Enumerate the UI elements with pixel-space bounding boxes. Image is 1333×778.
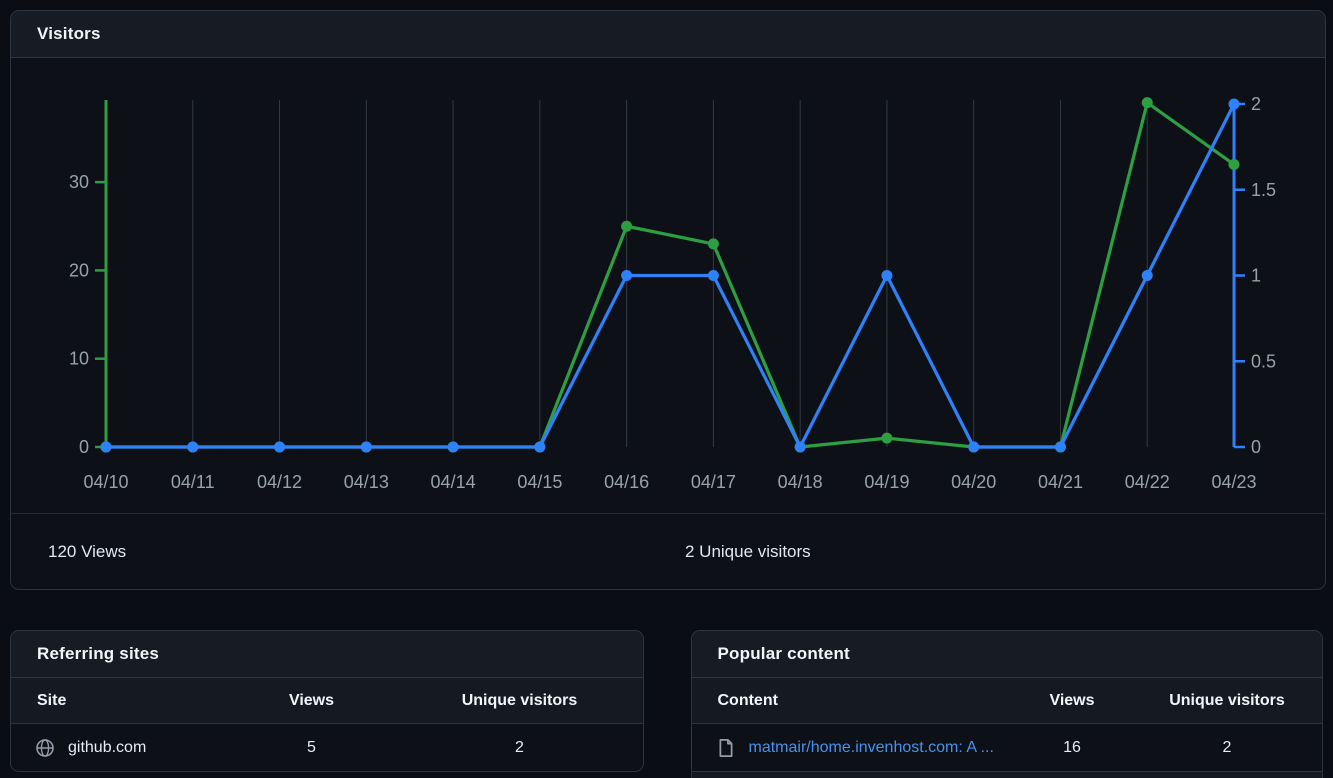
views-data-point[interactable] <box>1229 159 1240 170</box>
x-axis-label: 04/16 <box>604 472 649 492</box>
left-axis-label: 30 <box>69 172 89 192</box>
views-data-point[interactable] <box>1142 97 1153 108</box>
left-axis-label: 10 <box>69 349 89 369</box>
x-axis-label: 04/20 <box>951 472 996 492</box>
unique-visitors-data-point[interactable] <box>448 442 459 453</box>
next-row-partial <box>692 771 1323 778</box>
unique-visitors-data-point[interactable] <box>274 442 285 453</box>
referring-sites-table-header: Site Views Unique visitors <box>11 678 643 724</box>
popular-content-card-header: Popular content <box>692 631 1323 678</box>
left-axis-label: 20 <box>69 260 89 280</box>
unique-visitors-data-point[interactable] <box>534 442 545 453</box>
column-views: Views <box>227 692 397 710</box>
unique-visitors-data-point[interactable] <box>187 442 198 453</box>
unique-visitors-data-point[interactable] <box>708 270 719 281</box>
visitors-card-header: Visitors <box>11 11 1325 58</box>
right-axis-label: 1 <box>1251 266 1261 286</box>
total-unique-visitors-label: 2 Unique visitors <box>668 542 1325 562</box>
x-axis-label: 04/11 <box>171 472 215 492</box>
x-axis-label: 04/18 <box>778 472 823 492</box>
content-views-value: 16 <box>1012 739 1132 757</box>
site-views-value: 5 <box>227 739 397 757</box>
x-axis-label: 04/14 <box>431 472 476 492</box>
referring-sites-card-header: Referring sites <box>11 631 643 678</box>
right-axis-label: 2 <box>1251 94 1261 114</box>
unique-visitors-data-point[interactable] <box>361 442 372 453</box>
views-data-point[interactable] <box>621 221 632 232</box>
views-data-point[interactable] <box>708 238 719 249</box>
globe-icon <box>35 738 55 758</box>
x-axis-label: 04/10 <box>83 472 128 492</box>
file-icon <box>716 738 736 758</box>
views-data-point[interactable] <box>881 433 892 444</box>
visitors-title: Visitors <box>37 24 101 44</box>
column-content: Content <box>718 692 1013 710</box>
referring-sites-title: Referring sites <box>37 644 159 664</box>
unique-visitors-data-point[interactable] <box>101 442 112 453</box>
x-axis-label: 04/19 <box>864 472 909 492</box>
unique-visitors-data-point[interactable] <box>1142 270 1153 281</box>
x-axis-label: 04/12 <box>257 472 302 492</box>
popular-content-card: Popular content Content Views Unique vis… <box>691 630 1324 778</box>
total-views-label: 120 Views <box>11 542 668 562</box>
x-axis-label: 04/21 <box>1038 472 1083 492</box>
visitors-card-footer: 120 Views 2 Unique visitors <box>11 513 1325 589</box>
popular-content-title: Popular content <box>718 644 850 664</box>
content-link[interactable]: matmair/home.invenhost.com: A ... <box>749 739 994 757</box>
right-axis-label: 0.5 <box>1251 351 1276 371</box>
right-axis-label: 1.5 <box>1251 180 1276 200</box>
unique-visitors-data-point[interactable] <box>1055 442 1066 453</box>
popular-content-table-header: Content Views Unique visitors <box>692 678 1323 724</box>
column-site: Site <box>37 692 227 710</box>
column-unique-visitors: Unique visitors <box>1132 692 1322 710</box>
visitors-chart[interactable]: 0 10 20 30 0 0.5 1 1.5 2 04/10 04/11 04/12 04/13 04/1… <box>11 58 1325 513</box>
unique-visitors-data-point[interactable] <box>795 442 806 453</box>
left-axis-label: 0 <box>79 437 89 457</box>
content-unique-visitors-value: 2 <box>1132 739 1322 757</box>
unique-visitors-data-point[interactable] <box>1229 99 1240 110</box>
content-cell: matmair/home.invenhost.com: A ... <box>716 738 1013 758</box>
x-axis-label: 04/15 <box>517 472 562 492</box>
table-row[interactable]: matmair/home.invenhost.com: A ... 16 2 <box>692 724 1323 771</box>
x-axis-label: 04/13 <box>344 472 389 492</box>
unique-visitors-line <box>106 104 1234 447</box>
visitors-card: Visitors 0 10 20 30 0 0.5 1 1.5 2 04/10 04/11 04/12… <box>10 10 1326 590</box>
site-unique-visitors-value: 2 <box>397 739 643 757</box>
visitors-chart-svg: 0 10 20 30 0 0.5 1 1.5 2 04/10 04/11 04/12 04/13 04/1… <box>11 58 1325 513</box>
site-cell: github.com <box>35 738 227 758</box>
unique-visitors-data-point[interactable] <box>621 270 632 281</box>
column-views: Views <box>1012 692 1132 710</box>
x-axis-label: 04/23 <box>1211 472 1256 492</box>
right-axis-label: 0 <box>1251 437 1261 457</box>
tables-row: Referring sites Site Views Unique visito… <box>10 630 1323 778</box>
unique-visitors-data-point[interactable] <box>968 442 979 453</box>
column-unique-visitors: Unique visitors <box>397 692 643 710</box>
x-axis-label: 04/17 <box>691 472 736 492</box>
referring-sites-card: Referring sites Site Views Unique visito… <box>10 630 644 772</box>
site-name: github.com <box>68 739 146 757</box>
table-row[interactable]: github.com 5 2 <box>11 724 643 771</box>
x-axis-label: 04/22 <box>1125 472 1170 492</box>
traffic-insights-page: Visitors 0 10 20 30 0 0.5 1 1.5 2 04/10 04/11 04/12… <box>0 0 1333 778</box>
unique-visitors-data-point[interactable] <box>881 270 892 281</box>
